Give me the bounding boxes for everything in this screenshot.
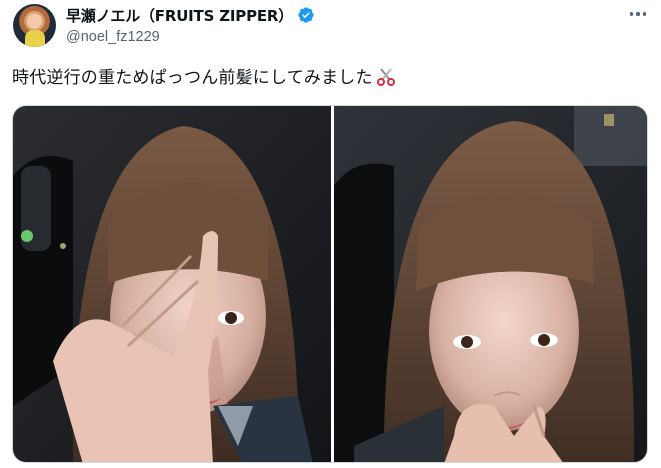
more-dot — [636, 12, 640, 16]
user-handle[interactable]: @noel_fz1229 — [66, 29, 315, 45]
more-options-button[interactable] — [627, 9, 649, 19]
more-horizontal-icon — [629, 12, 634, 16]
profile-avatar[interactable] — [13, 4, 56, 47]
media-photo-1[interactable] — [13, 106, 331, 462]
selfie-photo-2 — [334, 106, 647, 462]
display-name[interactable]: 早瀬ノエル（FRUITS ZIPPER） — [66, 5, 293, 26]
verified-badge-icon — [298, 7, 314, 23]
avatar-dress — [25, 30, 45, 47]
tweet-card[interactable]: 早瀬ノエル（FRUITS ZIPPER） @noel_fz1229 時代逆行の重… — [0, 0, 661, 468]
tweet-body: 時代逆行の重ためぱっつん前髪にしてみました — [12, 68, 373, 88]
name-row: 早瀬ノエル（FRUITS ZIPPER） — [66, 5, 315, 25]
tweet-text: 時代逆行の重ためぱっつん前髪にしてみました — [12, 63, 397, 88]
scissors-icon — [376, 68, 395, 86]
selfie-photo-1 — [13, 106, 331, 462]
media-grid — [12, 105, 648, 463]
tweet-header: 早瀬ノエル（FRUITS ZIPPER） @noel_fz1229 — [66, 5, 315, 45]
more-dot — [642, 12, 647, 16]
media-photo-2[interactable] — [334, 106, 647, 462]
